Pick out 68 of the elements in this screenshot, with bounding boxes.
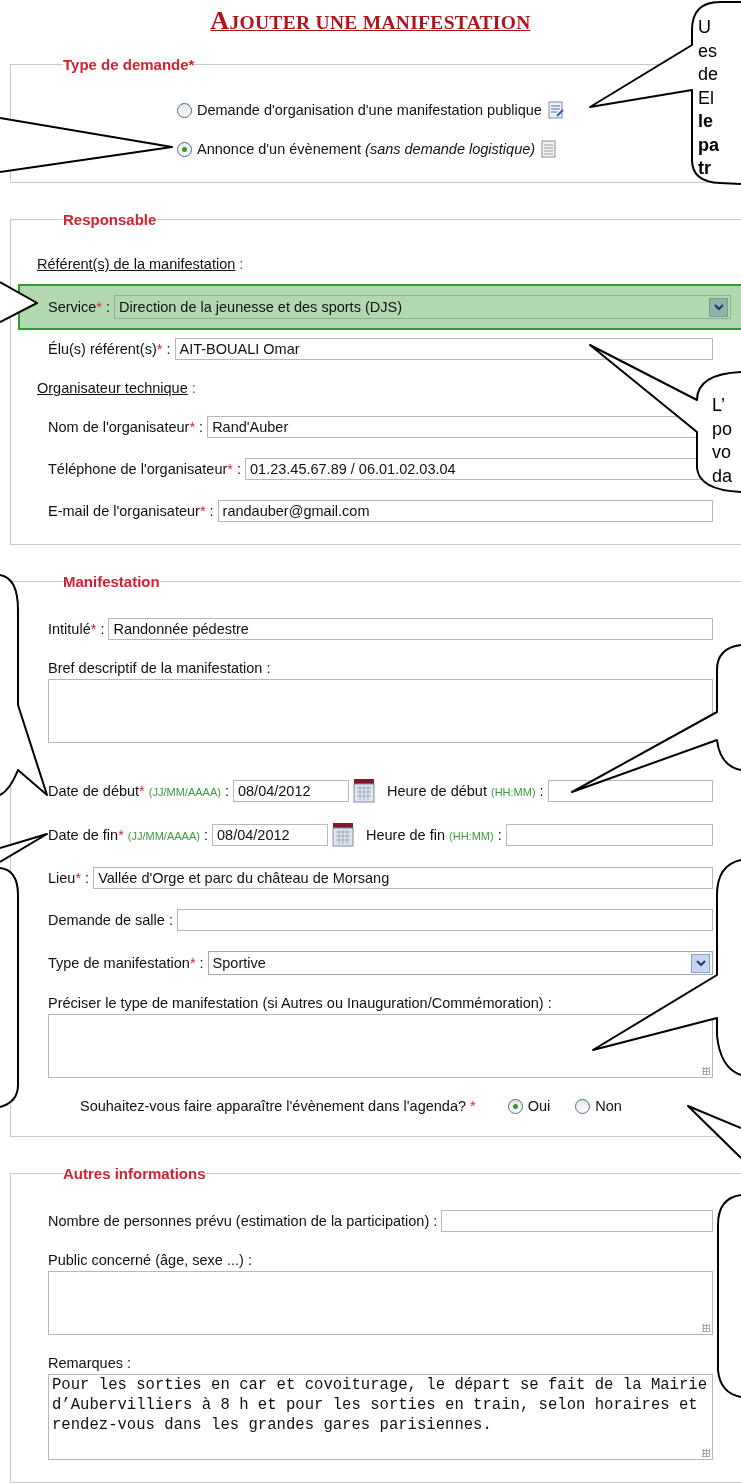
subheading: Référent(s) de la manifestation	[37, 256, 236, 272]
text-area[interactable]: Pour les sorties en car et covoiturage, le départ se fait de la Mairie d’Aubervilliers à 8 h et pour les sorties en train, selon horaires et rendez-vous dans les grandes gares parisiennes.	[48, 1374, 713, 1460]
time-field[interactable]	[505, 824, 713, 846]
callout-text: le	[698, 110, 713, 132]
callout-text: L’	[712, 394, 726, 416]
radio-label: Demande d'organisation d'une manifestation publique	[197, 102, 542, 118]
field-label: Intitulé* :	[48, 621, 105, 637]
time-field[interactable]	[547, 780, 713, 802]
text-field[interactable]: AIT-BOUALI Omar	[174, 338, 713, 360]
colon: :	[191, 380, 196, 396]
radio-button[interactable]	[177, 141, 192, 157]
text-field[interactable]	[176, 909, 713, 931]
text-area[interactable]	[48, 1014, 713, 1078]
caret-icon[interactable]	[709, 297, 728, 317]
select-field[interactable]: Direction de la jeunesse et des sports (DJS)	[114, 295, 731, 319]
section-legend: Type de demande*	[63, 56, 195, 73]
form-icon[interactable]	[547, 101, 564, 119]
field-label: Nombre de personnes prévu (estimation de la participation) :	[48, 1213, 438, 1229]
text-field[interactable]: Vallée d'Orge et parc du château de Morsang	[93, 867, 713, 889]
select-field[interactable]: Sportive	[207, 951, 713, 975]
callout-text: po	[712, 417, 733, 440]
field-label: Heure de fin (HH:MM) :	[366, 827, 502, 843]
field-label: Remarques :	[48, 1355, 132, 1371]
field-label: Demande de salle :	[48, 912, 173, 928]
callout-text: es	[698, 39, 717, 62]
field-label: E-mail de l'organisateur* :	[48, 503, 214, 519]
date-field[interactable]: 08/04/2012	[212, 824, 328, 846]
radio-label: Annonce d'un évènement (sans demande logistique)	[197, 141, 536, 157]
radio-label: Non	[595, 1098, 622, 1114]
callout-text: de	[698, 63, 719, 85]
text-field[interactable]: Randonnée pédestre	[108, 618, 713, 640]
field-label: Préciser le type de manifestation (si Autres ou Inauguration/Commémoration) :	[48, 995, 553, 1011]
calendar-icon[interactable]	[332, 823, 354, 847]
text-field[interactable]: randauber@gmail.com	[217, 500, 713, 522]
callout-text: da	[712, 464, 733, 487]
field-label: Élu(s) référent(s)* :	[48, 341, 171, 357]
question-label: Souhaitez-vous faire apparaître l'évènement dans l'agenda? *	[80, 1098, 476, 1114]
calendar-icon[interactable]	[353, 779, 375, 803]
field-label: Type de manifestation* :	[48, 955, 204, 971]
field-label: Service* :	[48, 299, 111, 315]
field-label: Nom de l'organisateur* :	[48, 419, 204, 435]
text-field[interactable]	[441, 1210, 713, 1232]
section-legend: Manifestation	[63, 573, 160, 590]
field-label: Public concerné (âge, sexe ...) :	[48, 1252, 253, 1268]
radio-label: Oui	[527, 1098, 551, 1114]
field-label: Bref descriptif de la manifestation :	[48, 660, 272, 676]
text-area[interactable]	[48, 679, 713, 743]
radio-button[interactable]	[575, 1098, 591, 1114]
radio-button[interactable]	[507, 1098, 523, 1114]
callout-text: vo	[712, 441, 731, 463]
section-legend: Autres informations	[63, 1165, 206, 1182]
field-label: Téléphone de l'organisateur* :	[48, 461, 242, 477]
subheading: Organisateur technique	[37, 380, 188, 396]
colon: :	[239, 256, 244, 272]
field-label: Heure de début (HH:MM) :	[387, 783, 544, 799]
callout-text: pa	[698, 133, 719, 156]
callout-text: U	[698, 16, 711, 38]
callout-text: El	[698, 86, 714, 109]
field-label: Date de fin* (JJ/MM/AAAA) :	[48, 827, 208, 843]
page-title: AJOUTER UNE MANIFESTATION	[210, 6, 531, 37]
date-field[interactable]: 08/04/2012	[233, 780, 349, 802]
caret-icon[interactable]	[691, 953, 710, 973]
radio-button[interactable]	[177, 102, 192, 118]
section-legend: Responsable	[63, 211, 157, 228]
field-label: Lieu* :	[48, 870, 90, 886]
callout-text: tr	[698, 157, 711, 179]
field-label: Date de début* (JJ/MM/AAAA) :	[48, 783, 229, 799]
text-area[interactable]	[48, 1271, 713, 1335]
